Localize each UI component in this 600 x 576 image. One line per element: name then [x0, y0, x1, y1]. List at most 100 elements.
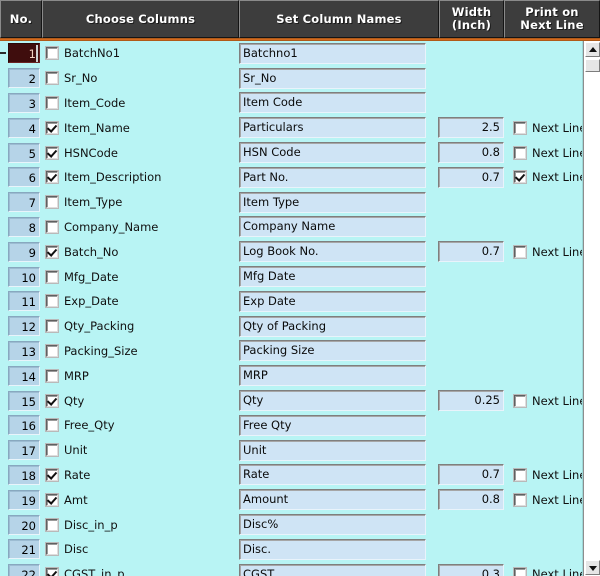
- choose-column-checkbox[interactable]: [46, 493, 58, 506]
- row-number-cell[interactable]: 13: [8, 340, 40, 361]
- row-number-cell[interactable]: 22: [8, 564, 40, 576]
- next-line-checkbox[interactable]: [514, 121, 526, 134]
- choose-column-checkbox[interactable]: [46, 394, 58, 407]
- header-cell-set-column-names[interactable]: Set Column Names: [239, 0, 439, 38]
- row-number-cell[interactable]: 11: [8, 291, 40, 312]
- next-line-checkbox[interactable]: [514, 245, 526, 258]
- row-number-cell[interactable]: 18: [8, 464, 40, 485]
- column-name-input[interactable]: Part No.: [239, 166, 426, 188]
- column-name-input[interactable]: Qty: [239, 390, 426, 412]
- row-number-cell[interactable]: 8: [8, 216, 40, 237]
- row-number-cell[interactable]: 4: [8, 117, 40, 138]
- column-name-input[interactable]: Amount: [239, 489, 426, 511]
- column-name-input[interactable]: Disc.: [239, 538, 426, 560]
- width-input[interactable]: 2.5: [438, 117, 504, 139]
- row-number-cell[interactable]: 15: [8, 390, 40, 411]
- choose-column-checkbox[interactable]: [46, 444, 58, 457]
- column-name-input[interactable]: Qty of Packing: [239, 315, 426, 337]
- table-row[interactable]: 21 Disc Disc.: [0, 536, 600, 562]
- next-line-checkbox[interactable]: [514, 493, 526, 506]
- table-row[interactable]: 3 Item_Code Item Code: [0, 90, 600, 116]
- row-number-cell[interactable]: 9: [8, 241, 40, 262]
- table-row[interactable]: 8 Company_Name Company Name: [0, 214, 600, 240]
- scroll-down-arrow-icon[interactable]: [585, 560, 600, 575]
- choose-column-checkbox[interactable]: [46, 96, 58, 109]
- table-row[interactable]: 7 Item_Type Item Type: [0, 189, 600, 215]
- choose-column-checkbox[interactable]: [46, 196, 58, 209]
- table-row[interactable]: 6 Item_Description Part No. 0.7 Next Line: [0, 164, 600, 190]
- scrollbar-thumb[interactable]: [585, 59, 600, 72]
- choose-column-checkbox[interactable]: [46, 543, 58, 556]
- choose-column-checkbox[interactable]: [46, 419, 58, 432]
- choose-column-checkbox[interactable]: [46, 47, 58, 60]
- table-row[interactable]: 17 Unit Unit: [0, 437, 600, 463]
- choose-column-checkbox[interactable]: [46, 518, 58, 531]
- vertical-scrollbar[interactable]: [583, 41, 600, 576]
- column-name-input[interactable]: Disc%: [239, 514, 426, 536]
- column-name-input[interactable]: Free Qty: [239, 414, 426, 436]
- column-name-input[interactable]: Log Book No.: [239, 241, 426, 263]
- table-row[interactable]: 13 Packing_Size Packing Size: [0, 338, 600, 364]
- table-row[interactable]: 5 HSNCode HSN Code 0.8 Next Line: [0, 140, 600, 165]
- width-input[interactable]: 0.7: [438, 241, 504, 263]
- choose-column-checkbox[interactable]: [46, 468, 58, 481]
- row-number-cell[interactable]: 19: [8, 489, 40, 510]
- table-row[interactable]: 20 Disc_in_p Disc%: [0, 512, 600, 537]
- width-input[interactable]: 0.8: [438, 142, 504, 164]
- width-input[interactable]: 0.25: [438, 390, 504, 412]
- column-name-input[interactable]: CGST: [239, 563, 426, 576]
- table-row[interactable]: 15 Qty Qty 0.25 Next Line: [0, 388, 600, 413]
- choose-column-checkbox[interactable]: [46, 72, 58, 85]
- column-name-input[interactable]: Company Name: [239, 216, 426, 238]
- table-row[interactable]: 2 Sr_No Sr_No: [0, 65, 600, 91]
- row-number-cell[interactable]: 5: [8, 142, 40, 163]
- width-input[interactable]: 0.3: [438, 563, 504, 576]
- row-number-cell[interactable]: 12: [8, 316, 40, 337]
- choose-column-checkbox[interactable]: [46, 369, 58, 382]
- width-input[interactable]: 0.7: [438, 166, 504, 188]
- table-row[interactable]: 14 MRP MRP: [0, 363, 600, 389]
- row-number-cell[interactable]: 17: [8, 440, 40, 461]
- width-input[interactable]: 0.7: [438, 464, 504, 486]
- choose-column-checkbox[interactable]: [46, 220, 58, 233]
- row-number-cell[interactable]: 21: [8, 539, 40, 560]
- table-row[interactable]: 12 Qty_Packing Qty of Packing: [0, 313, 600, 339]
- width-input[interactable]: 0.8: [438, 489, 504, 511]
- row-number-cell[interactable]: 7: [8, 192, 40, 213]
- table-row[interactable]: 1 BatchNo1 Batchno1: [0, 41, 600, 66]
- table-row[interactable]: 19 Amt Amount 0.8 Next Line: [0, 487, 600, 513]
- scroll-up-arrow-icon[interactable]: [585, 42, 600, 57]
- column-name-input[interactable]: HSN Code: [239, 142, 426, 164]
- row-number-cell[interactable]: 16: [8, 415, 40, 436]
- table-row[interactable]: 9 Batch_No Log Book No. 0.7 Next Line: [0, 239, 600, 265]
- column-name-input[interactable]: Rate: [239, 464, 426, 486]
- choose-column-checkbox[interactable]: [46, 344, 58, 357]
- column-name-input[interactable]: Unit: [239, 439, 426, 461]
- table-row[interactable]: 10 Mfg_Date Mfg Date: [0, 264, 600, 289]
- table-row[interactable]: 22 CGST_in_p CGST 0.3 Next Line: [0, 561, 600, 576]
- choose-column-checkbox[interactable]: [46, 295, 58, 308]
- row-number-cell[interactable]: 2: [8, 68, 40, 89]
- column-name-input[interactable]: Item Code: [239, 92, 426, 114]
- column-name-input[interactable]: Exp Date: [239, 290, 426, 312]
- column-name-input[interactable]: Packing Size: [239, 340, 426, 362]
- table-row[interactable]: 4 Item_Name Particulars 2.5 Next Line: [0, 115, 600, 141]
- table-row[interactable]: 16 Free_Qty Free Qty: [0, 412, 600, 438]
- header-cell-print-on-next-line[interactable]: Print on Next Line: [504, 0, 600, 38]
- header-cell-choose-columns[interactable]: Choose Columns: [42, 0, 239, 38]
- next-line-checkbox[interactable]: [514, 568, 526, 576]
- column-name-input[interactable]: Sr_No: [239, 67, 426, 89]
- next-line-checkbox[interactable]: [514, 171, 526, 184]
- table-row[interactable]: 18 Rate Rate 0.7 Next Line: [0, 462, 600, 488]
- choose-column-checkbox[interactable]: [46, 171, 58, 184]
- row-number-cell[interactable]: 20: [8, 514, 40, 535]
- choose-column-checkbox[interactable]: [46, 568, 58, 576]
- row-number-cell[interactable]: 6: [8, 167, 40, 188]
- row-number-cell[interactable]: 3: [8, 92, 40, 113]
- choose-column-checkbox[interactable]: [46, 121, 58, 134]
- header-cell-no[interactable]: No.: [0, 0, 42, 38]
- column-name-input[interactable]: Particulars: [239, 117, 426, 139]
- column-name-input[interactable]: MRP: [239, 365, 426, 387]
- choose-column-checkbox[interactable]: [46, 270, 58, 283]
- choose-column-checkbox[interactable]: [46, 245, 58, 258]
